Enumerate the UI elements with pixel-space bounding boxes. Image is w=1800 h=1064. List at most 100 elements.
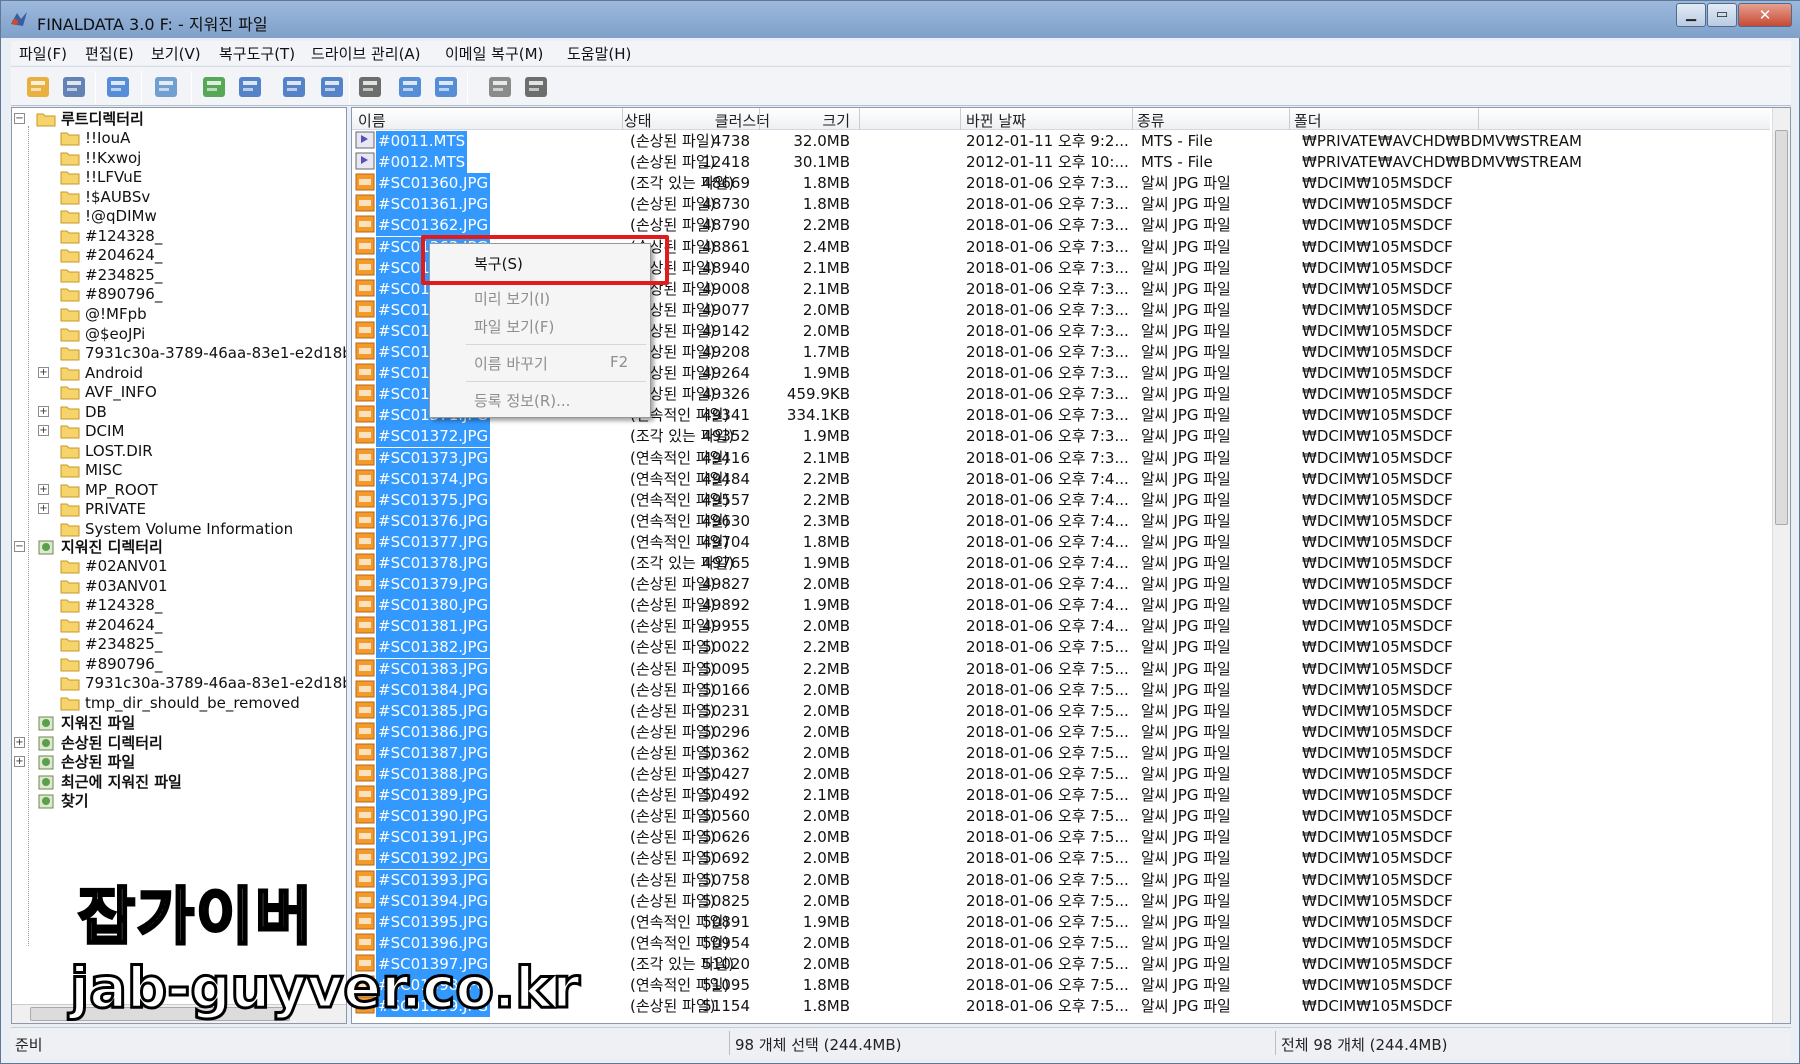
column-header-cell[interactable]: 클러스터	[715, 110, 770, 131]
table-row[interactable]: #SC01396.JPG (연속적인 파일) 50954 2.0MB 2018-01-0…	[352, 932, 1770, 954]
table-row[interactable]: #SC01380.JPG (손상된 파일) 49892 1.9MB 2018-01-06…	[352, 595, 1770, 617]
file-folder: ₩DCIM₩105MSDCF	[1302, 976, 1453, 994]
table-row[interactable]: #SC01390.JPG (손상된 파일) 50560 2.0MB 2018-01-06…	[352, 806, 1770, 828]
menu-item[interactable]: 도움말(H)	[567, 43, 631, 64]
expand-icon[interactable]: +	[38, 425, 49, 437]
menu-item[interactable]: 파일(F)	[19, 43, 67, 64]
find-next-icon[interactable]	[431, 72, 461, 102]
table-row[interactable]: #SC01393.JPG (손상된 파일) 50758 2.0MB 2018-01-06…	[352, 869, 1770, 891]
scroll-thumb[interactable]	[1775, 130, 1788, 525]
tree-expand-icon[interactable]	[317, 72, 347, 102]
file-size: 2.2MB	[802, 216, 850, 235]
find-icon[interactable]	[395, 72, 425, 102]
table-row[interactable]: #SC01379.JPG (손상된 파일) 49827 2.0MB 2018-01-06…	[352, 574, 1770, 596]
search-icon[interactable]	[103, 72, 133, 102]
open-folder-icon[interactable]	[23, 72, 53, 102]
column-header-cell[interactable]: 크기	[822, 110, 850, 131]
title-bar[interactable]: FINALDATA 3.0 F: - 지워진 파일 ▁ ▭ ✕	[1, 1, 1800, 38]
column-header-cell[interactable]: 종류	[1137, 110, 1165, 131]
table-row[interactable]: #SC01395.JPG (연속적인 파일) 50891 1.9MB 2018-01-0…	[352, 911, 1770, 933]
file-date: 2018-01-06 오후 7:5...	[966, 743, 1129, 762]
folder-icon	[60, 228, 80, 244]
table-row[interactable]: #SC01385.JPG (손상된 파일) 50231 2.0MB 2018-01-06…	[352, 700, 1770, 722]
expand-icon[interactable]: +	[38, 483, 49, 495]
close-button[interactable]: ✕	[1738, 3, 1792, 27]
table-row[interactable]: #0011.MTS (손상된 파일) 4738 32.0MB 2012-01-11 오후…	[352, 131, 1770, 152]
file-type: 알씨 JPG 파일	[1141, 343, 1231, 361]
table-row[interactable]: #SC01378.JPG (조각 있는 파일) 49765 1.9MB 2018-01-…	[352, 553, 1770, 574]
menu-item[interactable]: 보기(V)	[151, 43, 201, 64]
column-header-cell[interactable]: 이름	[358, 110, 386, 131]
tree-search[interactable]: 찾기	[12, 790, 346, 812]
folder-icon	[60, 247, 80, 263]
table-row[interactable]: #SC01381.JPG (손상된 파일) 49955 2.0MB 2018-01-06…	[352, 616, 1770, 638]
file-folder: ₩DCIM₩105MSDCF	[1302, 406, 1453, 425]
video-file-icon	[355, 131, 375, 149]
file-date: 2018-01-06 오후 7:4...	[966, 511, 1129, 530]
table-row[interactable]: #SC01361.JPG (손상된 파일) 48730 1.8MB 2018-01-06…	[352, 194, 1770, 216]
table-row[interactable]: #SC01386.JPG (손상된 파일) 50296 2.0MB 2018-01-06…	[352, 721, 1770, 743]
menu-item[interactable]: 드라이브 관리(A)	[311, 43, 421, 64]
table-row[interactable]: #SC01387.JPG (손상된 파일) 50362 2.0MB 2018-01-06…	[352, 742, 1770, 764]
table-row[interactable]: #SC01391.JPG (손상된 파일) 50626 2.0MB 2018-01-06…	[352, 827, 1770, 849]
minimize-button[interactable]: ▁	[1676, 3, 1706, 27]
file-date: 2018-01-06 오후 7:4...	[966, 469, 1129, 488]
tree-deleted-files[interactable]: 지워진 파일	[12, 712, 346, 734]
list-view-icon[interactable]	[355, 72, 385, 102]
file-date: 2018-01-06 오후 7:4...	[966, 490, 1129, 509]
file-date: 2018-01-06 오후 7:5...	[966, 933, 1129, 952]
table-row[interactable]: #SC01377.JPG (연속적인 파일) 49704 1.8MB 2018-01-0…	[352, 531, 1770, 553]
expand-icon[interactable]: +	[38, 366, 49, 378]
table-row[interactable]: #SC01375.JPG (연속적인 파일) 49557 2.2MB 2018-01-0…	[352, 489, 1770, 511]
table-row[interactable]: #SC01374.JPG (연속적인 파일) 49484 2.2MB 2018-01-0…	[352, 468, 1770, 490]
expand-icon[interactable]: +	[38, 503, 49, 515]
collapse-icon[interactable]: −	[14, 541, 25, 552]
menu-item[interactable]: 복구도구(T)	[219, 43, 295, 64]
table-row[interactable]: #SC01389.JPG (손상된 파일) 50492 2.1MB 2018-01-06…	[352, 785, 1770, 807]
menu-item[interactable]: 이메일 복구(M)	[445, 43, 543, 64]
file-folder: ₩DCIM₩105MSDCF	[1302, 617, 1453, 636]
table-row[interactable]: #SC01384.JPG (손상된 파일) 50166 2.0MB 2018-01-06…	[352, 679, 1770, 701]
file-type: 알씨 JPG 파일	[1141, 638, 1231, 657]
table-row[interactable]: #SC01372.JPG (조각 있는 파일) 49352 1.9MB 2018-01-…	[352, 426, 1770, 448]
table-row[interactable]: #SC01382.JPG (손상된 파일) 50022 2.2MB 2018-01-06…	[352, 637, 1770, 659]
file-type: 알씨 JPG 파일	[1141, 891, 1231, 910]
collapse-icon[interactable]: −	[14, 113, 25, 124]
column-header-cell[interactable]: 바뀐 날짜	[966, 110, 1026, 131]
settings-icon[interactable]	[151, 72, 181, 102]
expand-icon[interactable]: +	[14, 737, 25, 748]
expand-icon[interactable]: +	[38, 405, 49, 417]
column-header-cell[interactable]: 상태	[624, 110, 652, 131]
jpg-file-icon	[355, 448, 375, 466]
table-row[interactable]: #0012.MTS (손상된 파일) 12418 30.1MB 2012-01-11 오…	[352, 152, 1770, 174]
column-header-cell[interactable]: 폴더	[1294, 110, 1322, 131]
tree-icon[interactable]	[279, 72, 309, 102]
table-row[interactable]: #SC01362.JPG (손상된 파일) 48790 2.2MB 2018-01-06…	[352, 215, 1770, 237]
table-row[interactable]: #SC01394.JPG (손상된 파일) 50825 2.0MB 2018-01-06…	[352, 890, 1770, 912]
table-row[interactable]: #SC01392.JPG (손상된 파일) 50692 2.0MB 2018-01-06…	[352, 848, 1770, 870]
file-folder: ₩DCIM₩105MSDCF	[1302, 279, 1453, 298]
file-cluster: 49955	[702, 617, 750, 636]
vertical-scrollbar[interactable]	[1772, 108, 1790, 1023]
file-name: #0012.MTS	[376, 152, 468, 174]
menu-item[interactable]: 편집(E)	[85, 43, 134, 64]
rename-menu-item[interactable]: 이름 바꾸기	[474, 353, 548, 374]
tree-item[interactable]: tmp_dir_should_be_removed	[12, 692, 346, 714]
maximize-button[interactable]: ▭	[1707, 3, 1737, 27]
folder-icon	[60, 326, 80, 342]
table-row[interactable]: #SC01376.JPG (연속적인 파일) 49630 2.3MB 2018-01-0…	[352, 510, 1770, 532]
add-icon[interactable]	[485, 72, 515, 102]
move-icon[interactable]	[235, 72, 265, 102]
table-row[interactable]: #SC01383.JPG (손상된 파일) 50095 2.2MB 2018-01-06…	[352, 658, 1770, 680]
table-row[interactable]: #SC01373.JPG (연속적인 파일) 49416 2.1MB 2018-01-0…	[352, 447, 1770, 469]
preview-icon[interactable]	[521, 72, 551, 102]
view-file-menu-item[interactable]: 파일 보기(F)	[474, 316, 554, 337]
properties-menu-item[interactable]: 등록 정보(R)...	[474, 390, 570, 411]
table-row[interactable]: #SC01388.JPG (손상된 파일) 50427 2.0MB 2018-01-06…	[352, 764, 1770, 785]
preview-menu-item[interactable]: 미리 보기(I)	[474, 288, 550, 309]
table-row[interactable]: #SC01360.JPG (조각 있는 파일) 48669 1.8MB 2018-01-…	[352, 173, 1770, 195]
expand-icon[interactable]: +	[14, 756, 25, 767]
copy-icon[interactable]	[199, 72, 229, 102]
tree-damaged-files[interactable]: + 손상된 파일	[12, 751, 346, 773]
save-icon[interactable]	[59, 72, 89, 102]
